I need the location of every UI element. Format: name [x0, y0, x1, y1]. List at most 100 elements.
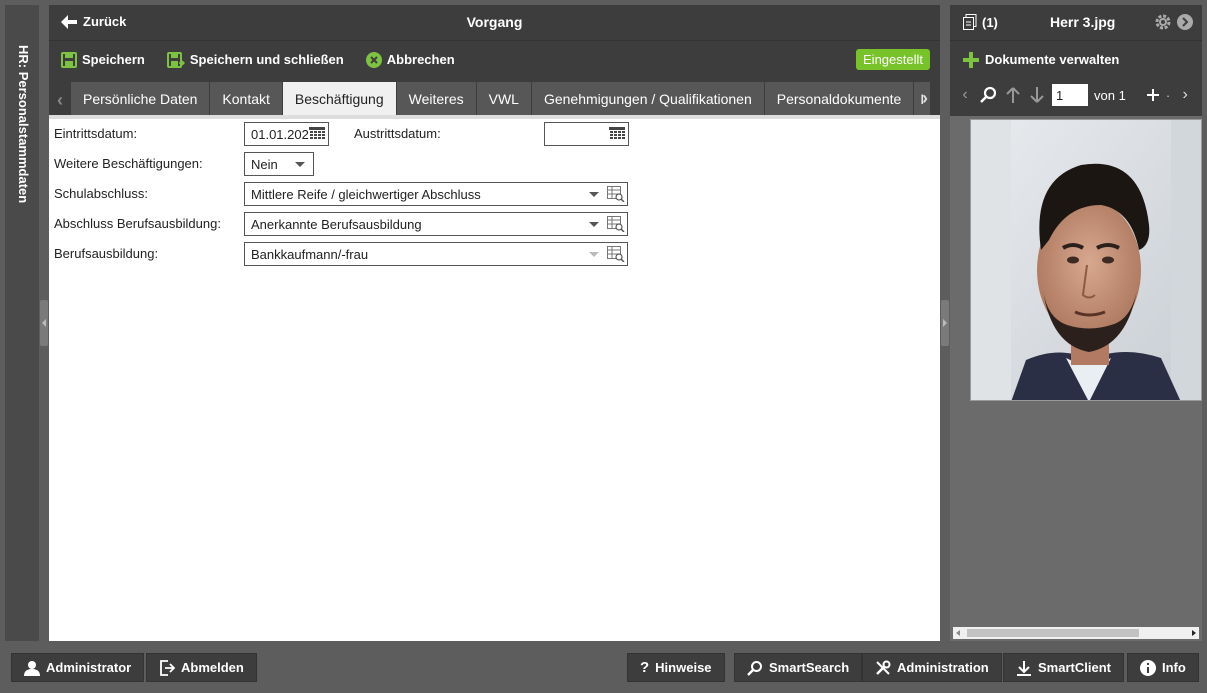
employment-form: Eintrittsdatum: 01.01.202 Austrittsdatum… [49, 119, 940, 645]
back-button[interactable]: Zurück [61, 14, 126, 29]
administration-button[interactable]: Administration [862, 653, 1002, 682]
further-employment-select[interactable]: Nein [244, 152, 314, 176]
document-preview-image [970, 119, 1202, 401]
tab-vwl[interactable]: VWL [476, 82, 531, 115]
floppy-disk-icon [61, 51, 77, 68]
status-badge: Eingestellt [856, 49, 930, 70]
page-title: Vorgang [466, 14, 523, 30]
smartsearch-label: SmartSearch [769, 660, 850, 675]
tools-icon [876, 660, 891, 675]
chevron-right-circle-icon[interactable] [1176, 13, 1194, 31]
further-employment-value: Nein [251, 156, 278, 172]
main-toolbar: Speichern Speichern und schließen Abbrec… [49, 40, 940, 78]
portrait-photo [971, 120, 1201, 400]
tab-genehmigungen[interactable]: Genehmigungen / Qualifikationen [531, 82, 764, 115]
chevron-down-icon [295, 161, 305, 167]
vocational-training-value: Bankkaufmann/-frau [251, 246, 369, 262]
user-icon [24, 660, 40, 676]
search-icon [747, 660, 762, 676]
sidebar-collapse-handle[interactable] [40, 300, 48, 346]
save-and-close-label: Speichern und schließen [189, 52, 344, 67]
table-search-icon[interactable] [607, 186, 625, 202]
document-navigation: ‹ von 1 · › [950, 78, 1202, 112]
further-employment-label: Weitere Beschäftigungen: [54, 156, 203, 171]
save-label: Speichern [82, 52, 145, 67]
tab-persoenliche-daten[interactable]: Persönliche Daten [71, 82, 210, 115]
tab-personaldokumente[interactable]: Personaldokumente [764, 82, 914, 115]
arrow-up-icon[interactable] [1004, 86, 1022, 104]
chevron-down-icon [589, 191, 599, 197]
vocational-training-select[interactable]: Bankkaufmann/-frau [244, 242, 628, 266]
plus-icon [963, 51, 979, 68]
search-icon[interactable] [980, 86, 998, 104]
entry-date-value: 01.01.202 [251, 126, 309, 142]
smartclient-button[interactable]: SmartClient [1003, 653, 1124, 682]
school-degree-select[interactable]: Mittlere Reife / gleichwertiger Abschlus… [244, 182, 628, 206]
scrollbar-thumb[interactable] [967, 629, 1139, 637]
info-button[interactable]: Info [1127, 653, 1199, 682]
calendar-icon[interactable] [609, 127, 625, 141]
manage-documents-button[interactable]: Dokumente verwalten [963, 51, 1120, 68]
logout-button[interactable]: Abmelden [146, 653, 257, 682]
logout-label: Abmelden [181, 660, 244, 675]
gear-icon[interactable] [1154, 13, 1172, 31]
back-label: Zurück [83, 14, 127, 29]
smartsearch-button[interactable]: SmartSearch [734, 653, 863, 682]
scroll-left-icon[interactable] [956, 630, 960, 636]
plus-icon[interactable] [1146, 88, 1160, 102]
page-number-input[interactable] [1052, 84, 1088, 106]
hints-label: Hinweise [655, 660, 712, 675]
document-count[interactable]: (1) [963, 14, 998, 30]
school-degree-value: Mittlere Reife / gleichwertiger Abschlus… [251, 186, 481, 202]
tab-scroll-left-button[interactable]: ‹ [49, 85, 71, 115]
user-button[interactable]: Administrator [11, 653, 145, 682]
tab-scroll-right-button[interactable]: › [914, 83, 936, 113]
scroll-right-icon[interactable] [1192, 630, 1196, 636]
table-search-icon[interactable] [607, 246, 625, 262]
download-icon [1017, 660, 1031, 676]
save-and-close-button[interactable]: Speichern und schließen [166, 51, 344, 68]
manage-documents-label: Dokumente verwalten [985, 52, 1120, 67]
bottom-bar: Administrator Abmelden ? Hinweise SmartS… [0, 645, 1207, 693]
tab-beschaeftigung[interactable]: Beschäftigung [282, 82, 396, 115]
cancel-label: Abbrechen [386, 52, 455, 67]
tab-kontakt[interactable]: Kontakt [210, 82, 282, 115]
tab-weiteres[interactable]: Weiteres [396, 82, 476, 115]
chevron-down-icon [589, 251, 599, 257]
dot-separator-icon: · [1165, 87, 1171, 103]
table-search-icon[interactable] [607, 216, 625, 232]
cancel-button[interactable]: Abbrechen [365, 51, 455, 68]
chevron-right-icon[interactable]: › [1176, 86, 1194, 104]
document-panel: (1) Herr 3.jpg Dokumente verwalten ‹ von… [950, 5, 1202, 641]
school-degree-label: Schulabschluss: [54, 186, 148, 201]
vocational-training-label: Berufsausbildung: [54, 246, 159, 261]
hints-button[interactable]: ? Hinweise [627, 653, 725, 682]
page-count-label: von 1 [1094, 87, 1126, 103]
save-button[interactable]: Speichern [61, 51, 145, 68]
chevron-left-icon[interactable]: ‹ [956, 86, 974, 104]
info-label: Info [1162, 660, 1186, 675]
vocational-degree-label: Abschluss Berufsausbildung: [54, 216, 221, 231]
administration-label: Administration [897, 660, 989, 675]
exit-date-label: Austrittsdatum: [354, 126, 441, 141]
arrow-left-icon [61, 14, 77, 29]
arrow-down-icon[interactable] [1028, 86, 1046, 104]
main-titlebar: Zurück Vorgang [49, 5, 940, 40]
chevron-down-icon [589, 221, 599, 227]
calendar-icon[interactable] [309, 127, 325, 141]
logout-icon [160, 659, 175, 676]
question-icon: ? [640, 659, 650, 676]
sidebar: HR: Personalstammdaten [5, 5, 39, 641]
entry-date-field[interactable]: 01.01.202 [244, 122, 329, 146]
vocational-degree-select[interactable]: Anerkannte Berufsausbildung [244, 212, 628, 236]
smartclient-label: SmartClient [1038, 660, 1111, 675]
info-icon [1140, 659, 1156, 676]
exit-date-field[interactable] [544, 122, 629, 146]
document-count-label: (1) [982, 14, 998, 30]
entry-date-label: Eintrittsdatum: [54, 126, 138, 141]
document-toolbar: Dokumente verwalten [950, 40, 1202, 78]
floppy-disk-close-icon [166, 51, 185, 68]
cancel-icon [365, 51, 382, 68]
horizontal-scrollbar[interactable] [953, 627, 1199, 639]
document-panel-collapse-handle[interactable] [941, 300, 949, 346]
